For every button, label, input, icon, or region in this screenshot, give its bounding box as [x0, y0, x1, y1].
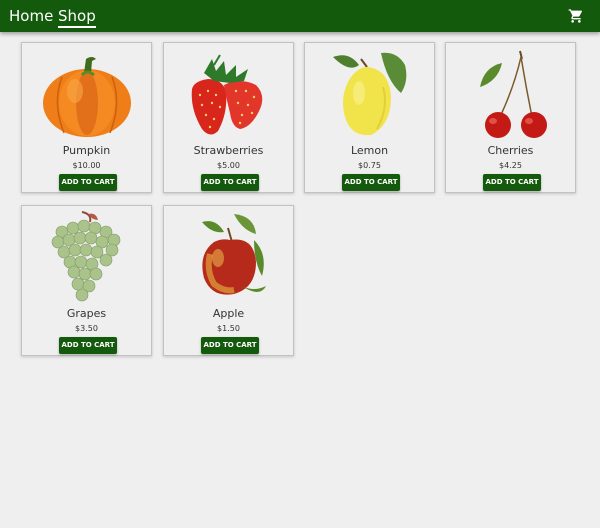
lemon-image — [333, 52, 407, 136]
pumpkin-image — [43, 57, 131, 137]
product-name: Cherries — [487, 144, 534, 157]
nav-home-link[interactable]: Home — [9, 7, 53, 25]
product-card-cherries: Cherries $4.25 ADD TO CART — [445, 42, 576, 193]
add-to-cart-button[interactable]: ADD TO CART — [342, 174, 400, 191]
add-to-cart-button[interactable]: ADD TO CART — [201, 174, 259, 191]
grapes-image — [51, 211, 121, 302]
cart-button[interactable] — [568, 8, 584, 24]
product-name: Grapes — [66, 307, 107, 320]
add-to-cart-button[interactable]: ADD TO CART — [201, 337, 259, 354]
shopping-cart-icon — [568, 9, 583, 23]
nav-shop-link[interactable]: Shop — [58, 7, 96, 28]
product-price: $0.75 — [358, 161, 381, 170]
add-to-cart-button[interactable]: ADD TO CART — [59, 174, 117, 191]
product-card-pumpkin: Pumpkin $10.00 ADD TO CART — [21, 42, 152, 193]
product-name: Apple — [212, 307, 245, 320]
strawberries-image — [191, 54, 263, 135]
product-price: $4.25 — [499, 161, 522, 170]
product-card-lemon: Lemon $0.75 ADD TO CART — [304, 42, 435, 193]
add-to-cart-button[interactable]: ADD TO CART — [483, 174, 541, 191]
product-card-strawberries: Strawberries $5.00 ADD TO CART — [163, 42, 294, 193]
product-price: $10.00 — [72, 161, 101, 170]
product-price: $1.50 — [217, 324, 240, 333]
product-price: $5.00 — [217, 161, 240, 170]
product-name: Lemon — [350, 144, 389, 157]
product-name: Pumpkin — [62, 144, 111, 157]
add-to-cart-button[interactable]: ADD TO CART — [59, 337, 117, 354]
apple-image — [202, 214, 266, 295]
top-app-bar: Home Shop — [0, 0, 600, 32]
product-price: $3.50 — [75, 324, 98, 333]
cherries-image — [480, 50, 547, 138]
product-card-apple: Apple $1.50 ADD TO CART — [163, 205, 294, 356]
product-name: Strawberries — [193, 144, 264, 157]
product-card-grapes: Grapes $3.50 ADD TO CART — [21, 205, 152, 356]
